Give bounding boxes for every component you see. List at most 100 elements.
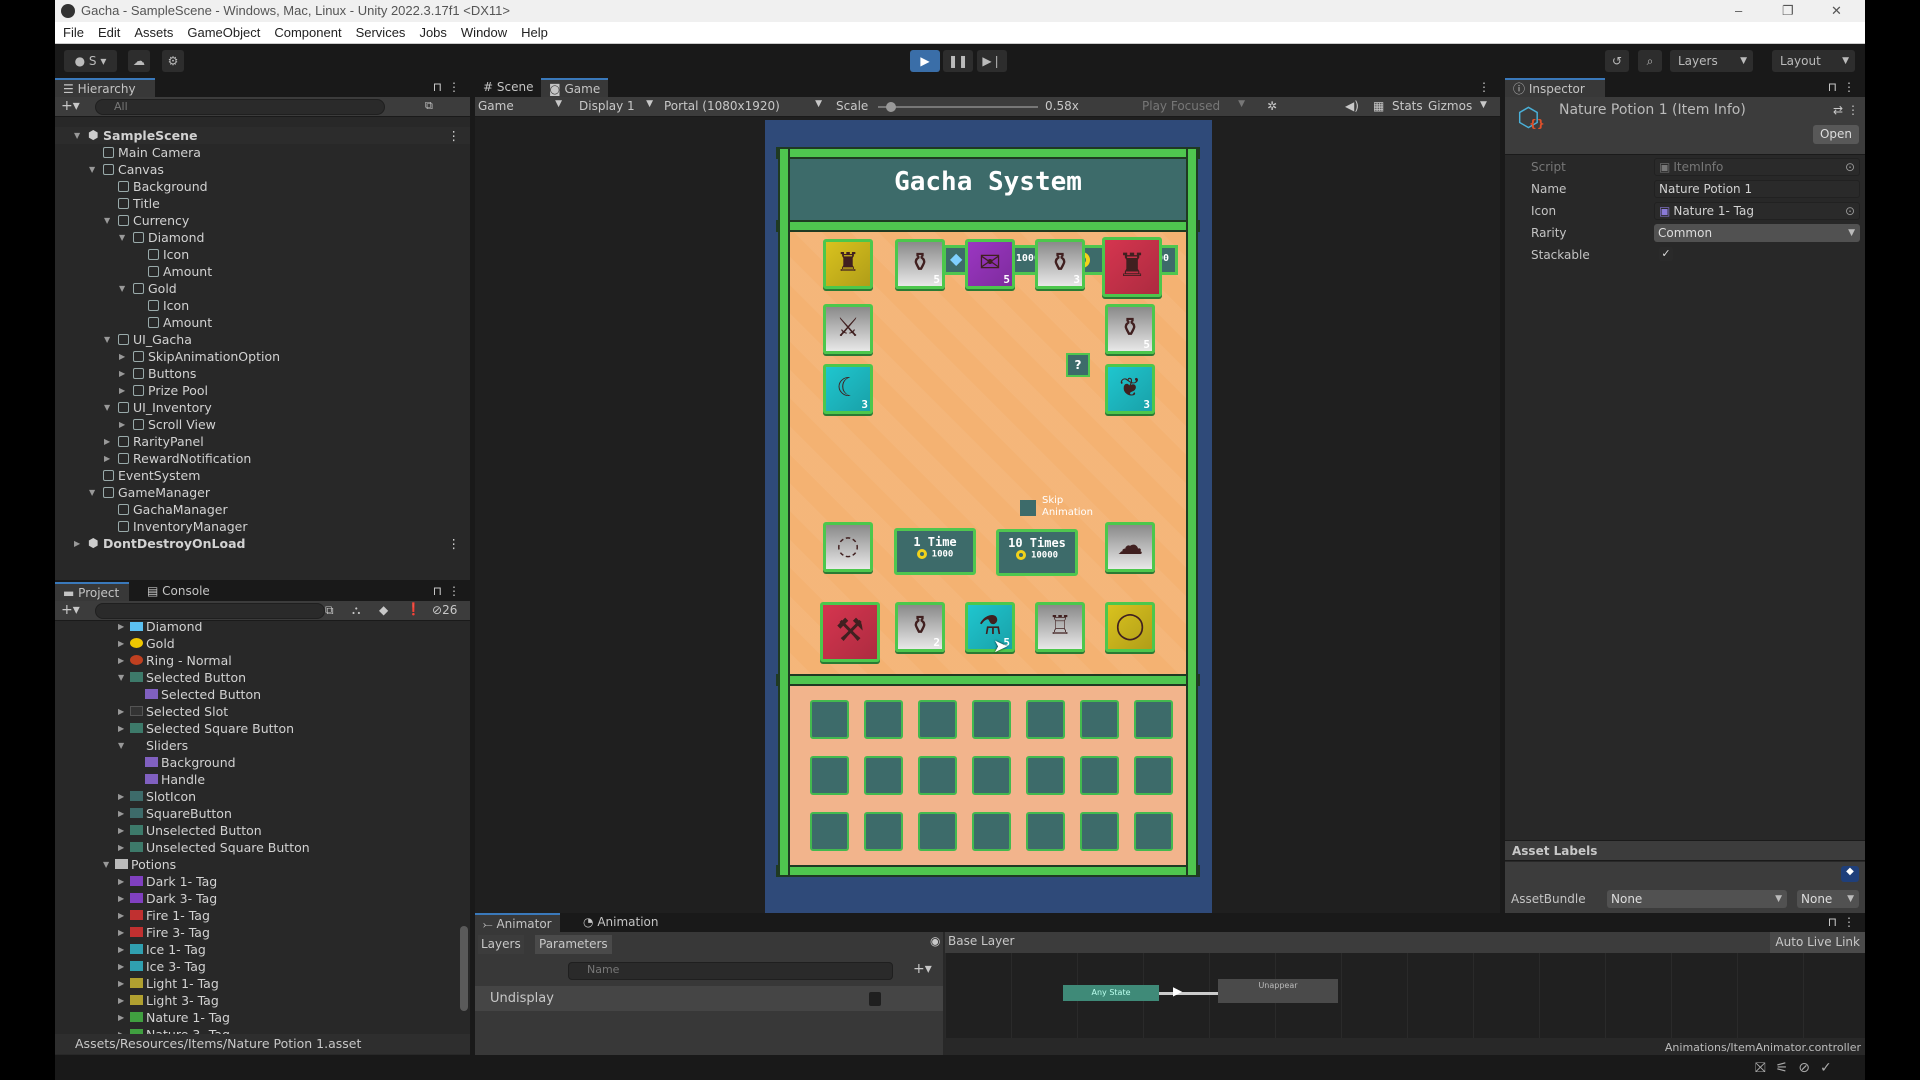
- project-item[interactable]: ▶ Selected Square Button: [55, 720, 455, 737]
- state-graph[interactable]: Any State ▶ Unappear: [945, 953, 1865, 1038]
- more-menu-icon[interactable]: ⋮: [448, 80, 460, 94]
- project-item[interactable]: ▼ Selected Button: [55, 669, 455, 686]
- unappear-state-node[interactable]: Unappear: [1218, 979, 1338, 1003]
- parameters-subtab[interactable]: Parameters: [535, 935, 612, 954]
- maximize-button[interactable]: ❐: [1782, 0, 1794, 22]
- warning-icon[interactable]: ❗: [406, 602, 421, 616]
- menu-item-jobs[interactable]: Jobs: [419, 22, 446, 43]
- minimize-button[interactable]: –: [1735, 0, 1742, 22]
- project-item[interactable]: ▶ SlotIcon: [55, 788, 455, 805]
- project-item[interactable]: ▶ Diamond: [55, 622, 455, 635]
- inventory-slot[interactable]: [810, 700, 849, 739]
- presets-icon[interactable]: ⇄: [1833, 103, 1843, 117]
- project-item[interactable]: ▶ Selected Slot: [55, 703, 455, 720]
- pause-button[interactable]: ❚❚: [943, 50, 973, 72]
- scrollbar-thumb[interactable]: [460, 926, 468, 1011]
- undo-history-button[interactable]: ↺: [1605, 50, 1629, 72]
- hierarchy-item[interactable]: ▼ Canvas: [55, 161, 470, 178]
- tab-animation[interactable]: ◔ Animation: [575, 913, 667, 932]
- inventory-slot[interactable]: [972, 756, 1011, 795]
- inventory-slot[interactable]: [1134, 700, 1173, 739]
- prize-slot[interactable]: ◯: [1105, 602, 1155, 652]
- menu-item-help[interactable]: Help: [521, 22, 548, 43]
- project-scrollbar[interactable]: [460, 626, 468, 1034]
- play-focused-dropdown[interactable]: Play Focused ▼: [1142, 99, 1247, 113]
- hierarchy-item[interactable]: Main Camera: [55, 144, 470, 161]
- stackable-checkbox[interactable]: ✓: [1659, 247, 1673, 261]
- tab-animator[interactable]: ⤚ Animator: [475, 913, 560, 932]
- search-button[interactable]: ⌕: [1638, 50, 1662, 72]
- hierarchy-item[interactable]: InventoryManager: [55, 518, 470, 535]
- build-icon[interactable]: ⚟: [1776, 1060, 1799, 1076]
- inventory-slot[interactable]: [1026, 812, 1065, 851]
- hierarchy-item[interactable]: ▼ UI_Gacha: [55, 331, 470, 348]
- lock-icon[interactable]: ⊓: [433, 80, 442, 94]
- project-item[interactable]: ▼ Potions: [55, 856, 455, 873]
- hierarchy-item[interactable]: Amount: [55, 314, 470, 331]
- parameter-trigger-checkbox[interactable]: [869, 992, 881, 1006]
- tag-icon[interactable]: ◆: [1841, 866, 1859, 882]
- cloud-button[interactable]: ☁: [128, 50, 150, 72]
- chevron-right-icon[interactable]: ▶: [119, 365, 125, 382]
- hierarchy-item[interactable]: ▶ Prize Pool: [55, 382, 470, 399]
- inventory-slot[interactable]: [1134, 756, 1173, 795]
- more-menu-icon[interactable]: ⋮: [1478, 80, 1490, 94]
- account-button[interactable]: ● S ▾: [64, 50, 117, 72]
- step-button[interactable]: ▶❘: [977, 50, 1007, 72]
- hierarchy-item[interactable]: Icon: [55, 246, 470, 263]
- pull-one-button[interactable]: 1 Time 1000: [894, 528, 976, 575]
- hierarchy-item[interactable]: ▼ GameManager: [55, 484, 470, 501]
- project-item[interactable]: ▶ Nature 1- Tag: [55, 1009, 455, 1026]
- inventory-slot[interactable]: [864, 700, 903, 739]
- add-button[interactable]: +▾: [61, 98, 80, 114]
- chevron-down-icon[interactable]: ▼: [119, 229, 125, 246]
- more-menu-icon[interactable]: ⋮: [448, 584, 460, 598]
- hierarchy-item[interactable]: ▼ ⬢ SampleScene ⋮: [55, 127, 470, 144]
- prize-slot[interactable]: ⚱ 5: [1105, 304, 1155, 354]
- lock-icon[interactable]: ⊓: [433, 584, 442, 598]
- chevron-right-icon[interactable]: ▶: [104, 433, 110, 450]
- field-name[interactable]: Nature Potion 1: [1654, 180, 1860, 198]
- chevron-right-icon[interactable]: ▶: [118, 839, 124, 856]
- prize-slot[interactable]: ☾ 3: [823, 364, 873, 414]
- tab-console[interactable]: ▤ Console: [139, 582, 218, 601]
- project-item[interactable]: ▶ Light 3- Tag: [55, 992, 455, 1009]
- scene-search-icon[interactable]: ⧉: [425, 99, 433, 113]
- inventory-slot[interactable]: [1026, 700, 1065, 739]
- tab-hierarchy[interactable]: ☰ Hierarchy: [55, 78, 155, 97]
- chevron-right-icon[interactable]: ▶: [118, 941, 124, 958]
- prize-slot[interactable]: ◌: [823, 522, 873, 572]
- chevron-right-icon[interactable]: ▶: [104, 450, 110, 467]
- tab-scene[interactable]: # Scene: [475, 78, 541, 97]
- menu-item-window[interactable]: Window: [461, 22, 507, 43]
- inventory-slot[interactable]: [918, 700, 957, 739]
- chevron-right-icon[interactable]: ▶: [118, 805, 124, 822]
- prize-slot[interactable]: ✉ 5: [965, 239, 1015, 289]
- base-layer-breadcrumb[interactable]: Base Layer: [948, 934, 1015, 948]
- hierarchy-search-input[interactable]: All: [95, 99, 385, 115]
- inventory-slot[interactable]: [1080, 812, 1119, 851]
- chevron-right-icon[interactable]: ▶: [119, 348, 125, 365]
- add-button[interactable]: +▾: [61, 602, 80, 618]
- chevron-right-icon[interactable]: ▶: [118, 1009, 124, 1026]
- scale-slider[interactable]: [878, 102, 1038, 112]
- chevron-right-icon[interactable]: ▶: [74, 535, 80, 552]
- hierarchy-item[interactable]: ▶ SkipAnimationOption: [55, 348, 470, 365]
- hierarchy-item[interactable]: ▼ Currency: [55, 212, 470, 229]
- add-parameter-button[interactable]: +▾: [913, 961, 932, 977]
- project-item[interactable]: ▶ Dark 1- Tag: [55, 873, 455, 890]
- inventory-slot[interactable]: [1134, 812, 1173, 851]
- mute-audio-icon[interactable]: ◀): [1345, 99, 1359, 113]
- chevron-right-icon[interactable]: ▶: [118, 635, 124, 652]
- hierarchy-item[interactable]: Title: [55, 195, 470, 212]
- hierarchy-item[interactable]: ▶ RewardNotification: [55, 450, 470, 467]
- chevron-right-icon[interactable]: ▶: [118, 890, 124, 907]
- chevron-down-icon[interactable]: ▼: [118, 737, 124, 754]
- inventory-slot[interactable]: [1080, 700, 1119, 739]
- menu-item-edit[interactable]: Edit: [98, 22, 120, 43]
- chevron-right-icon[interactable]: ▶: [118, 788, 124, 805]
- inventory-slot[interactable]: [1080, 756, 1119, 795]
- search-by-type-icon[interactable]: ⧉: [325, 603, 334, 618]
- chevron-right-icon[interactable]: ▶: [118, 924, 124, 941]
- hierarchy-item[interactable]: Icon: [55, 297, 470, 314]
